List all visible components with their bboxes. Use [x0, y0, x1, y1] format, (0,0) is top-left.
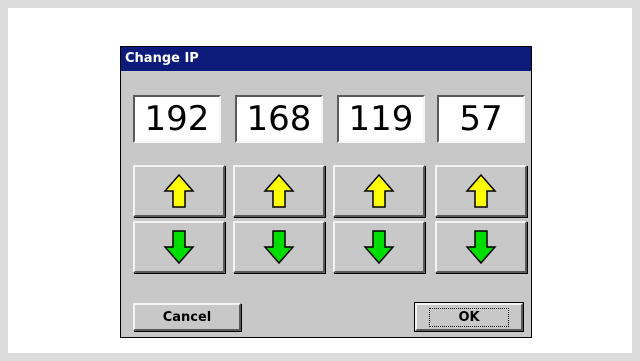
decrement-octet-4-button[interactable]: [435, 221, 527, 273]
change-ip-dialog: Change IP 192 168 119 57 Cancel OK: [120, 46, 532, 338]
ip-octet-3[interactable]: 119: [337, 95, 425, 143]
increment-octet-2-button[interactable]: [233, 165, 325, 217]
decrement-octet-2-button[interactable]: [233, 221, 325, 273]
dialog-title: Change IP: [121, 47, 531, 71]
ok-button-label: OK: [429, 307, 509, 327]
arrow-down-icon: [263, 230, 295, 265]
arrow-down-icon: [465, 230, 497, 265]
increment-octet-4-button[interactable]: [435, 165, 527, 217]
arrow-up-icon: [363, 173, 395, 208]
cancel-button[interactable]: Cancel: [133, 303, 241, 331]
decrement-octet-3-button[interactable]: [333, 221, 425, 273]
screen-frame: Change IP 192 168 119 57 Cancel OK: [8, 8, 632, 353]
ip-octet-4[interactable]: 57: [437, 95, 525, 143]
arrow-up-icon: [163, 173, 195, 208]
ip-octet-1[interactable]: 192: [133, 95, 221, 143]
arrow-down-icon: [363, 230, 395, 265]
decrement-octet-1-button[interactable]: [133, 221, 225, 273]
ip-octet-2[interactable]: 168: [235, 95, 323, 143]
arrow-up-icon: [263, 173, 295, 208]
increment-octet-1-button[interactable]: [133, 165, 225, 217]
ok-button[interactable]: OK: [414, 302, 524, 332]
increment-octet-3-button[interactable]: [333, 165, 425, 217]
arrow-up-icon: [465, 173, 497, 208]
arrow-down-icon: [163, 230, 195, 265]
